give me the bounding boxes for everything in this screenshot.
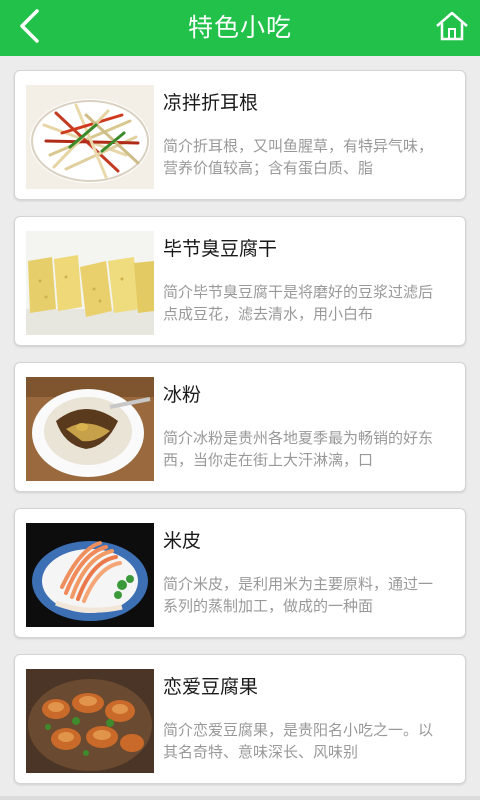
item-title: 冰粉 bbox=[163, 384, 202, 406]
food-image bbox=[26, 231, 154, 335]
bottom-divider bbox=[0, 796, 480, 800]
food-image bbox=[26, 85, 154, 189]
item-description: 简介折耳根，又叫鱼腥草，有特异气味，营养价值较高；含有蛋白质、脂 bbox=[163, 137, 434, 177]
app-header: 特色小吃 bbox=[0, 0, 480, 56]
item-description: 简介毕节臭豆腐干是将磨好的豆浆过滤后点成豆花，滤去清水，用小白布 bbox=[163, 283, 434, 323]
item-description: 简介米皮，是利用米为主要原料，通过一系列的蒸制加工，做成的一种面 bbox=[163, 575, 434, 615]
list-item[interactable]: 冰粉 简介冰粉是贵州各地夏季最为畅销的好东西，当你走在街上大汗淋漓，口 bbox=[14, 362, 466, 492]
page-title: 特色小吃 bbox=[187, 13, 292, 42]
list-item[interactable]: 毕节臭豆腐干 简介毕节臭豆腐干是将磨好的豆浆过滤后点成豆花，滤去清水，用小白布 bbox=[14, 216, 466, 346]
item-description: 简介冰粉是贵州各地夏季最为畅销的好东西，当你走在街上大汗淋漓，口 bbox=[163, 429, 434, 469]
food-image bbox=[26, 377, 154, 481]
item-title: 毕节臭豆腐干 bbox=[163, 238, 278, 260]
home-button[interactable] bbox=[432, 8, 472, 48]
food-image bbox=[26, 523, 154, 627]
item-description: 简介恋爱豆腐果，是贵阳名小吃之一。以其名奇特、意味深长、风味别 bbox=[163, 721, 434, 761]
food-image bbox=[26, 669, 154, 773]
item-title: 凉拌折耳根 bbox=[163, 92, 259, 114]
list-item[interactable]: 米皮 简介米皮，是利用米为主要原料，通过一系列的蒸制加工，做成的一种面 bbox=[14, 508, 466, 638]
item-title: 恋爱豆腐果 bbox=[163, 676, 259, 698]
list-item[interactable]: 凉拌折耳根 简介折耳根，又叫鱼腥草，有特异气味，营养价值较高；含有蛋白质、脂 bbox=[14, 70, 466, 200]
list-item[interactable]: 恋爱豆腐果 简介恋爱豆腐果，是贵阳名小吃之一。以其名奇特、意味深长、风味别 bbox=[14, 654, 466, 784]
item-title: 米皮 bbox=[163, 530, 202, 552]
home-icon bbox=[435, 11, 469, 45]
